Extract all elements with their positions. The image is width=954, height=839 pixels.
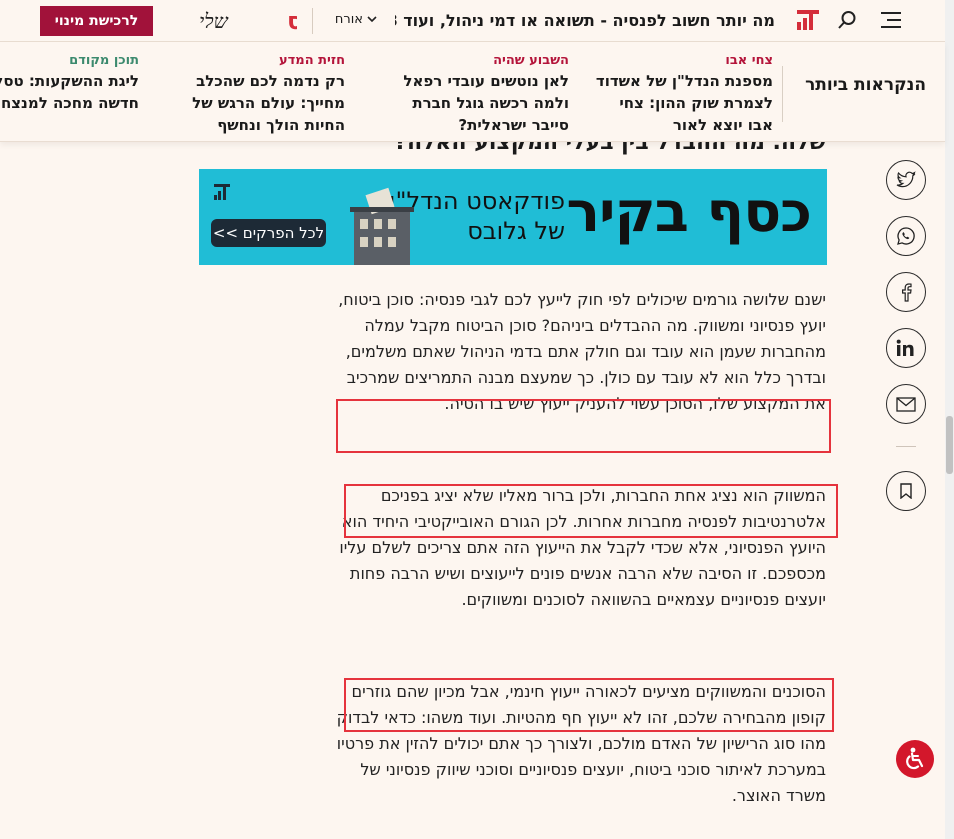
article-paragraph: המשווק הוא נציג אחת החברות, ולכן ברור מא…: [339, 486, 826, 609]
news-ticker[interactable]: מה יותר חשוב לפנסיה - תשואה או דמי ניהול…: [395, 11, 775, 33]
globes-logo[interactable]: גלובס שלי: [157, 6, 297, 34]
most-read-item[interactable]: תוכן מקודם ליגת ההשקעות: טסלה חדשה מחכה …: [0, 52, 139, 114]
email-share-button[interactable]: [886, 384, 926, 424]
article-paragraph: ישנם שלושה גורמים שיכולים לפי חוק לייעץ …: [338, 290, 826, 413]
most-read-headline: לאן נוטשים עובדי רפאל ולמה רכשה גוגל חבר…: [403, 72, 569, 134]
share-divider: [896, 446, 916, 447]
most-read-headline: ליגת ההשקעות: טסלה חדשה מחכה למנצח: [0, 72, 139, 112]
most-read-strip: הנקראות ביותר צחי אבו מספנת הנדל"ן של אש…: [0, 42, 945, 142]
most-read-divider: [782, 66, 783, 122]
subscribe-button[interactable]: לרכישת מינוי: [40, 6, 153, 36]
globes-g-logo[interactable]: [795, 8, 821, 32]
banner-subtitle: של גלובס: [467, 217, 565, 245]
most-read-kicker: חזית המדע: [278, 53, 345, 68]
most-read-headline: מספנת הנדל"ן של אשדוד לצמרת שוק ההון: צח…: [595, 72, 773, 134]
whatsapp-icon: [897, 227, 915, 245]
globes-g-logo: [211, 181, 233, 203]
facebook-share-button[interactable]: [886, 272, 926, 312]
most-read-headline: רק נדמה לכם שהכלב מחייך: עולם הרגש של הח…: [192, 72, 345, 134]
email-icon: [896, 396, 916, 412]
most-read-item[interactable]: השבוע שהיה לאן נוטשים עובדי רפאל ולמה רכ…: [391, 52, 569, 136]
twitter-icon: [896, 171, 916, 188]
most-read-kicker: תוכן מקודם: [69, 53, 139, 68]
building-illustration: [350, 187, 414, 265]
most-read-kicker: השבוע שהיה: [493, 53, 569, 68]
svg-text:גלובס: גלובס: [287, 7, 297, 34]
bookmark-button[interactable]: [886, 471, 926, 511]
most-read-kicker: צחי אבו: [725, 53, 773, 68]
hamburger-menu-icon[interactable]: [881, 12, 901, 28]
svg-text:שלי: שלי: [199, 9, 229, 33]
chevron-down-icon: [367, 16, 377, 23]
scrollbar-thumb[interactable]: [946, 416, 953, 474]
whatsapp-share-button[interactable]: [886, 216, 926, 256]
header-divider: [312, 8, 313, 34]
linkedin-share-button[interactable]: [886, 328, 926, 368]
article-paragraph: הסוכנים והמשווקים מציעים לכאורה ייעוץ חי…: [336, 682, 826, 805]
scrollbar[interactable]: [945, 0, 954, 839]
bookmark-icon: [900, 483, 912, 499]
most-read-title: הנקראות ביותר: [805, 75, 926, 95]
top-header: מה יותר חשוב לפנסיה - תשואה או דמי ניהול…: [0, 0, 945, 42]
podcast-banner[interactable]: כסף בקיר פודקאסט הנדל"ן של גלובס לכל הפר…: [199, 169, 827, 265]
search-icon[interactable]: [837, 10, 857, 30]
user-menu[interactable]: אורח: [335, 12, 377, 27]
twitter-share-button[interactable]: [886, 160, 926, 200]
most-read-item[interactable]: חזית המדע רק נדמה לכם שהכלב מחייך: עולם …: [167, 52, 345, 136]
most-read-item[interactable]: צחי אבו מספנת הנדל"ן של אשדוד לצמרת שוק …: [595, 52, 773, 136]
linkedin-icon: [896, 339, 914, 356]
facebook-icon: [902, 283, 912, 302]
banner-title: כסף בקיר: [566, 180, 812, 245]
user-label: אורח: [334, 12, 363, 27]
all-episodes-button[interactable]: לכל הפרקים >>: [211, 219, 326, 247]
accessibility-button[interactable]: [896, 740, 934, 778]
accessibility-icon: [906, 747, 924, 770]
